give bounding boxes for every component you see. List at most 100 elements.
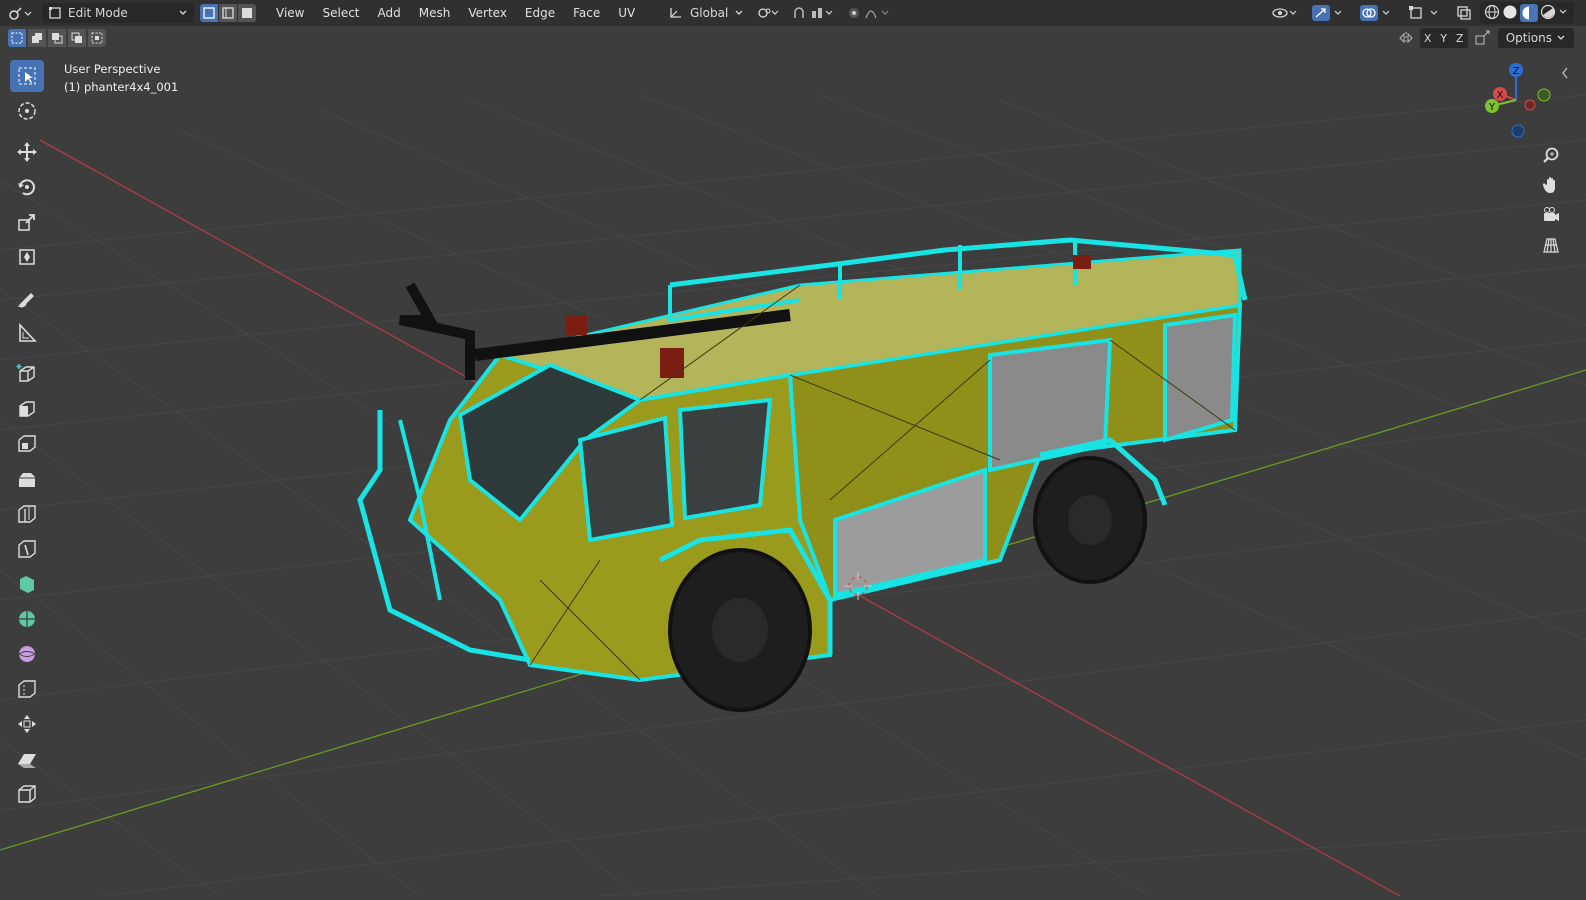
extrude-region-tool[interactable] [10,393,44,425]
inset-faces-tool[interactable] [10,428,44,460]
proportional-editing-icon [849,8,889,19]
select-subtract-button[interactable] [48,29,66,47]
annotate-icon [17,293,34,308]
move-tool[interactable] [10,136,44,168]
select-extend-icon [32,33,42,43]
spin-tool[interactable] [10,603,44,635]
shading-options-chevron-icon[interactable] [1558,4,1570,20]
viewport-info: User Perspective (1) phanter4x4_001 [64,60,178,96]
shrink-fatten-icon [18,715,36,733]
rotate-tool[interactable] [10,171,44,203]
select-new-icon [11,32,23,44]
select-new-button[interactable] [8,29,26,47]
beacon-light [660,348,684,378]
vertex-select-button[interactable] [200,4,218,22]
select-box-tool[interactable] [10,60,44,92]
snap-toggle[interactable] [786,3,842,23]
shear-tool[interactable] [10,743,44,775]
select-invert-button[interactable] [68,29,86,47]
scale-icon [18,214,35,231]
menu-face[interactable]: Face [564,6,609,20]
loop-cut-tool[interactable] [10,498,44,530]
menu-select[interactable]: Select [313,6,368,20]
toggle-perspective-button[interactable] [1538,232,1564,258]
transform-orientation-dropdown[interactable]: Global [662,3,750,23]
knife-tool[interactable] [10,533,44,565]
view-name: User Perspective [64,62,161,76]
mode-label: Edit Mode [68,6,128,20]
zoom-button[interactable] [1538,142,1564,168]
menu-mesh[interactable]: Mesh [410,6,460,20]
x-axis-label: X [1497,90,1504,101]
transform-orientation-label: Global [690,6,729,20]
editor-type-button[interactable] [0,3,38,23]
gizmo-toggle[interactable] [1306,3,1352,23]
material-shading-icon[interactable] [1520,4,1538,22]
z-axis-label: Z [1513,66,1520,77]
3d-viewport[interactable] [0,0,1586,897]
shear-icon [18,754,36,768]
mode-selector[interactable]: Edit Mode [42,3,194,23]
add-cube-tool[interactable] [10,358,44,390]
annotate-tool[interactable] [10,282,44,314]
select-extend-button[interactable] [28,29,46,47]
shading-group [1480,2,1574,24]
editor-type-icon [9,7,32,20]
visibility-dropdown[interactable] [1266,3,1304,23]
smooth-icon [18,646,36,662]
wireframe-shading-icon[interactable] [1484,4,1500,20]
rip-region-tool[interactable] [10,778,44,810]
rotate-icon [18,179,35,196]
xray-toggle[interactable] [1450,3,1478,23]
mesh-edit-overlays-toggle[interactable] [1402,3,1448,23]
solid-shading-icon[interactable] [1502,4,1518,20]
mirror-z-toggle[interactable]: Z [1452,32,1468,45]
rip-region-icon [18,785,36,803]
navigation-gizmo[interactable]: Z X Y [1478,60,1558,145]
select-mode-group [200,4,257,22]
edit-mode-icon [49,7,61,19]
select-intersect-button[interactable] [88,29,106,47]
cursor-icon [18,102,36,120]
scale-tool[interactable] [10,206,44,238]
mirror-axes: X Y Z [1419,28,1468,48]
viewport-scene[interactable] [0,0,1586,897]
chevron-down-icon [1557,35,1565,40]
pivot-point-dropdown[interactable] [750,3,786,23]
rendered-shading-icon[interactable] [1540,4,1556,20]
mesh-overlay-icon [1409,6,1438,19]
cursor-tool[interactable] [10,95,44,127]
menu-view[interactable]: View [267,6,313,20]
mirror-icon[interactable] [1398,30,1414,46]
poly-build-tool[interactable] [10,568,44,600]
pan-button[interactable] [1538,172,1564,198]
proportional-editing-toggle[interactable] [842,3,898,23]
transform-tool[interactable] [10,241,44,273]
measure-tool[interactable] [10,317,44,349]
knife-icon [18,540,36,558]
menu-uv[interactable]: UV [609,6,644,20]
menu-add[interactable]: Add [369,6,410,20]
auto-merge-icon[interactable] [1474,30,1492,46]
menu-edge[interactable]: Edge [516,6,564,20]
overlays-toggle[interactable] [1354,3,1400,23]
chevron-down-icon [735,10,743,15]
add-cube-icon [16,364,35,382]
transform-icon [19,249,35,265]
sidebar-toggle-icon[interactable] [1560,66,1570,80]
camera-icon [1544,207,1559,221]
options-label: Options [1505,31,1552,45]
edge-select-button[interactable] [219,4,237,22]
shrink-fatten-tool[interactable] [10,708,44,740]
select-intersect-icon [91,32,103,44]
mirror-x-toggle[interactable]: X [1420,32,1436,45]
menu-vertex[interactable]: Vertex [459,6,516,20]
bevel-tool[interactable] [10,463,44,495]
mirror-y-toggle[interactable]: Y [1436,32,1452,45]
y-axis-label: Y [1488,102,1496,113]
camera-view-button[interactable] [1538,202,1564,228]
edge-slide-tool[interactable] [10,673,44,705]
options-dropdown[interactable]: Options [1497,28,1574,48]
face-select-button[interactable] [238,4,256,22]
smooth-tool[interactable] [10,638,44,670]
